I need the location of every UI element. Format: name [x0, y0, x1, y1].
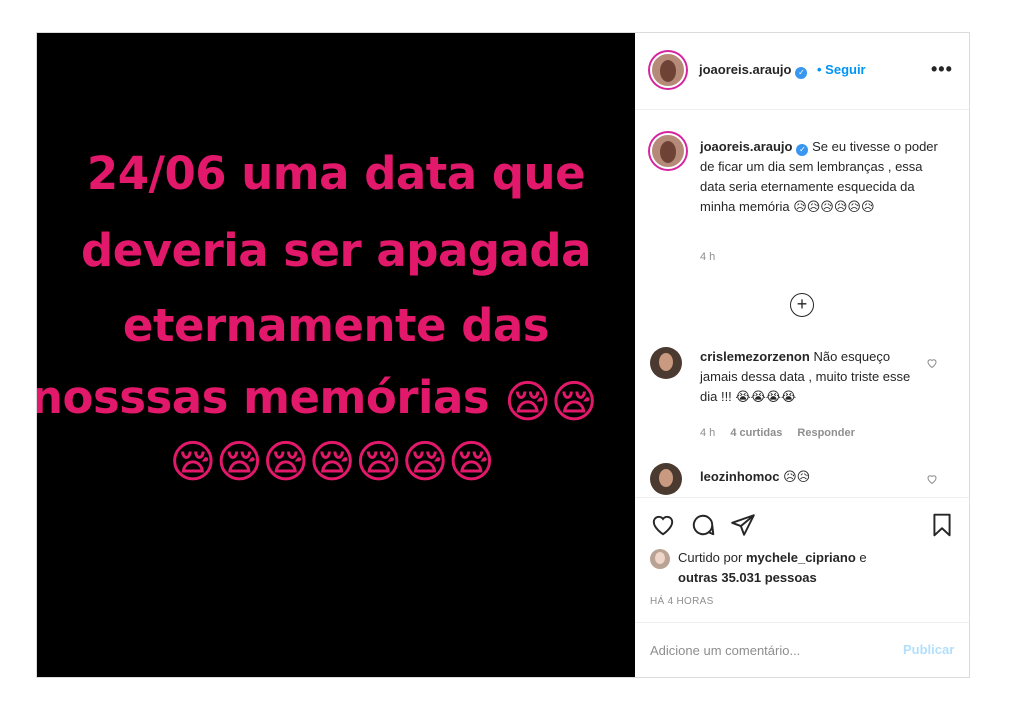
post-image[interactable]: 24/06 uma data que deveria ser apagada e…	[37, 33, 635, 677]
caption-time[interactable]: 4 h	[700, 251, 715, 263]
comment-reply-button[interactable]: Responder	[797, 427, 854, 439]
caption-verified-badge-icon: ✓	[796, 144, 809, 156]
comment-text-block: crislemezorzenon Não esqueço jamais dess…	[700, 347, 922, 407]
caption-avatar[interactable]	[650, 133, 686, 169]
like-heart-icon[interactable]	[650, 512, 676, 538]
post-header: joaoreis.araujo ✓ • Seguir •••	[635, 33, 969, 110]
comment-meta: 4 h 4 curtidas Responder	[700, 427, 867, 439]
likes-prefix: Curtido por	[678, 550, 743, 565]
comment-username[interactable]: crislemezorzenon	[700, 349, 810, 364]
comment-text: 😥😥	[783, 469, 811, 484]
add-comment-bar: Publicar	[635, 622, 969, 678]
likes-and: e	[859, 550, 867, 565]
comment-likes[interactable]: 4 curtidas	[730, 427, 782, 439]
instagram-post: 24/06 uma data que deveria ser apagada e…	[36, 32, 970, 678]
image-text-line-1: 24/06 uma data que	[86, 147, 586, 200]
verified-badge-icon: ✓	[795, 67, 808, 79]
comment-like-heart-icon[interactable]	[926, 473, 938, 485]
comment-like-heart-icon[interactable]	[926, 357, 938, 369]
load-more-comments-icon[interactable]: +	[790, 293, 814, 317]
image-text-line-4: nosssas memórias 😪😪	[37, 375, 629, 424]
sleepy-face-emojis: 😪😪	[504, 374, 598, 428]
caption-username[interactable]: joaoreis.araujo	[700, 139, 792, 154]
image-text-line-4-words: nosssas memórias	[37, 371, 490, 424]
liker-avatar[interactable]	[650, 549, 670, 569]
comment-time[interactable]: 4 h	[700, 427, 715, 439]
follow-button[interactable]: • Seguir	[817, 62, 866, 77]
comment-username[interactable]: leozinhomoc	[700, 469, 779, 484]
comment-bubble-icon[interactable]	[690, 512, 716, 538]
likes-others[interactable]: outras 35.031 pessoas	[678, 570, 817, 585]
comment-avatar[interactable]	[650, 463, 682, 495]
post-timestamp[interactable]: HÁ 4 HORAS	[650, 596, 714, 607]
image-text-line-3: eternamente das	[122, 299, 550, 352]
comment-text-block: leozinhomoc 😥😥	[700, 467, 922, 487]
share-paper-plane-icon[interactable]	[730, 512, 756, 538]
image-emoji-row: 😪😪😪😪😪😪😪	[169, 435, 495, 488]
more-options-icon[interactable]: •••	[931, 59, 953, 80]
save-bookmark-icon[interactable]	[929, 512, 955, 538]
post-sidebar: joaoreis.araujo ✓ • Seguir ••• joaoreis.a…	[635, 33, 969, 677]
liker-username[interactable]: mychele_cipriano	[746, 550, 856, 565]
author-avatar[interactable]	[650, 52, 686, 88]
publish-button[interactable]: Publicar	[903, 642, 954, 657]
author-username-row: joaoreis.araujo ✓	[699, 62, 808, 79]
comment-avatar[interactable]	[650, 347, 682, 379]
caption-text-block: joaoreis.araujo ✓ Se eu tivesse o poder d…	[700, 137, 950, 217]
comment-input[interactable]	[650, 640, 880, 660]
image-text-line-2: deveria ser apagada	[81, 224, 592, 277]
comments-section[interactable]: joaoreis.araujo ✓ Se eu tivesse o poder d…	[635, 111, 969, 497]
author-username[interactable]: joaoreis.araujo	[699, 62, 791, 77]
likes-text: Curtido por mychele_cipriano e outras 35…	[678, 548, 898, 588]
action-bar: Curtido por mychele_cipriano e outras 35…	[635, 497, 969, 677]
